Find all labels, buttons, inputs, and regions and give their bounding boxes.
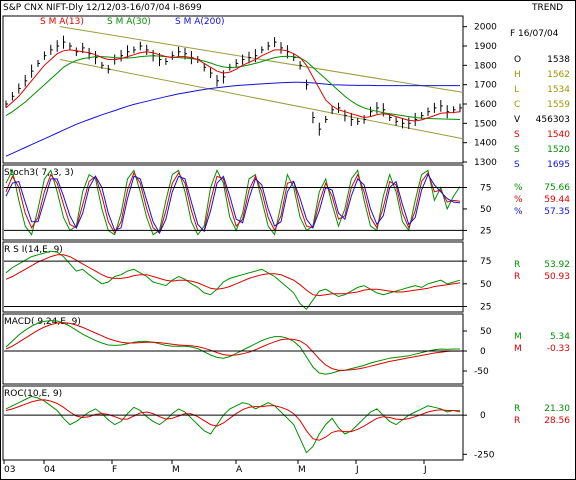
ohlc-value: 456303 <box>536 115 570 125</box>
ohlc-value: 1520 <box>547 145 570 155</box>
stoch-value-key: % <box>514 207 523 217</box>
roc-tick-label: 0 <box>480 411 486 421</box>
date-label: F 16/07/04 <box>510 29 559 39</box>
x-tick-label: J <box>355 465 359 475</box>
roc-title: ROC(10,E, 9) <box>4 389 62 399</box>
roc-value-key: R <box>514 404 520 414</box>
legend-sma200: S M A(200) <box>175 17 225 27</box>
rsi-value-key: R <box>514 260 520 270</box>
legend-sma13: S M A(13) <box>40 17 84 27</box>
price-tick-label: 1300 <box>474 158 497 168</box>
stoch-tick-label: 50 <box>480 205 492 215</box>
x-tick-label: M <box>172 465 180 475</box>
technical-chart: S&P CNX NIFT-Dly 12/12/03-16/07/04 I-869… <box>0 0 576 480</box>
x-tick-label: F <box>112 465 117 475</box>
ohlc-key: S <box>514 160 520 170</box>
price-tick-label: 1400 <box>474 139 497 149</box>
price-tick-label: 2000 <box>474 23 497 33</box>
chart-title: S&P CNX NIFT-Dly 12/12/03-16/07/04 I-869… <box>3 3 202 13</box>
stoch-value: 59.44 <box>544 195 570 205</box>
price-tick-label: 1600 <box>474 100 497 110</box>
x-tick-label: A <box>236 465 243 475</box>
roc-value: 28.56 <box>544 416 570 426</box>
rsi-tick-label: 75 <box>480 257 491 267</box>
macd-tick-label: -50 <box>474 367 489 377</box>
rsi-value-key: R <box>514 272 520 282</box>
price-tick-label: 1800 <box>474 61 497 71</box>
x-tick-label: 03 <box>4 465 15 475</box>
stoch-value: 75.66 <box>544 183 570 193</box>
rsi-tick-label: 25 <box>480 302 491 312</box>
macd-value-key: M <box>514 344 522 354</box>
price-tick-label: 1500 <box>474 119 497 129</box>
stoch-value: 57.35 <box>544 207 570 217</box>
roc-tick-label: -250 <box>474 450 495 460</box>
price-tick-label: 1700 <box>474 81 497 91</box>
rsi-value: 50.93 <box>544 272 570 282</box>
ohlc-key: H <box>514 70 521 80</box>
ohlc-key: L <box>514 85 519 95</box>
rsi-tick-label: 50 <box>480 280 492 290</box>
ohlc-value: 1562 <box>547 70 570 80</box>
ohlc-value: 1540 <box>547 130 570 140</box>
ohlc-key: O <box>514 55 521 65</box>
ohlc-key: V <box>514 115 521 125</box>
stoch-value-key: % <box>514 195 523 205</box>
macd-tick-label: 0 <box>480 347 486 357</box>
roc-value-key: R <box>514 416 520 426</box>
stoch-tick-label: 75 <box>480 183 491 193</box>
ohlc-key: C <box>514 100 520 110</box>
macd-value-key: M <box>514 332 522 342</box>
ohlc-value: 1695 <box>547 160 570 170</box>
ohlc-value: 1559 <box>547 100 570 110</box>
macd-tick-label: 50 <box>480 327 492 337</box>
stoch-tick-label: 25 <box>480 226 491 236</box>
stoch-title: Stoch3( 7, 3, 3) <box>4 168 74 178</box>
x-tick-label: J <box>423 465 427 475</box>
price-tick-label: 1900 <box>474 42 497 52</box>
ohlc-value: 1538 <box>547 55 570 65</box>
x-tick-label: 04 <box>44 465 56 475</box>
ohlc-key: S <box>514 130 520 140</box>
x-tick-label: M <box>298 465 306 475</box>
ohlc-value: 1534 <box>547 85 570 95</box>
ohlc-key: S <box>514 145 520 155</box>
stoch-value-key: % <box>514 183 523 193</box>
roc-value: 21.30 <box>544 404 570 414</box>
macd-value: 5.34 <box>550 332 570 342</box>
legend-sma30: S M A(30) <box>107 17 151 27</box>
macd-value: -0.33 <box>547 344 570 354</box>
rsi-value: 53.92 <box>544 260 570 270</box>
trend-label: TREND <box>531 3 563 13</box>
rsi-title: R S I(14,E, 9) <box>4 245 63 255</box>
